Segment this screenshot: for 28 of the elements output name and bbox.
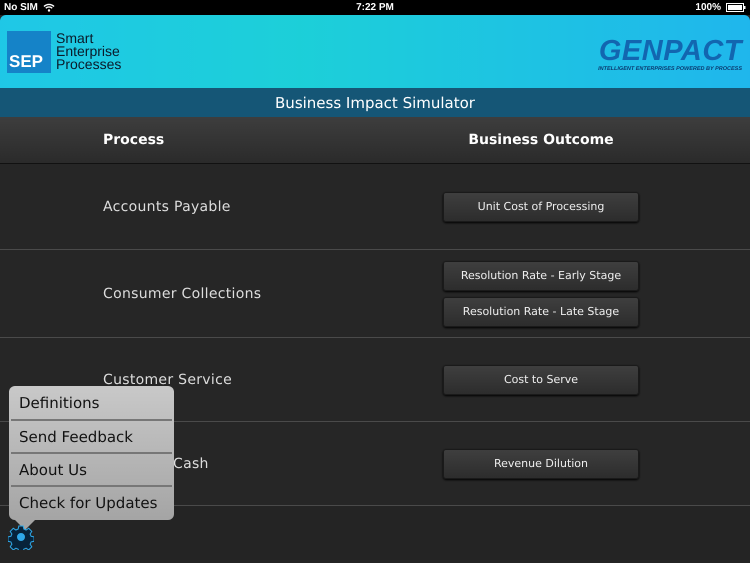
battery-icon [726,3,746,12]
menu-item[interactable]: About Us [11,452,172,485]
process-label: Customer Service [103,372,232,388]
logo-text: Enterprise [56,44,121,58]
column-header: Process [103,132,164,148]
process-label: Cash [173,456,209,472]
process-label: Consumer Collections [103,286,262,302]
battery-label: 100% [695,2,721,13]
outcome-button[interactable]: Cost to Serve [443,364,639,394]
brand-logo-text: GENPACT [598,36,742,66]
settings-icon[interactable] [8,524,34,550]
outcome-button[interactable]: Unit Cost of Processing [443,192,639,222]
logo-badge: SEP [7,30,51,72]
logo-text: Processes [56,58,122,70]
outcome-button[interactable]: Revenue Dilution [443,448,639,478]
outcome-button[interactable]: Resolution Rate - Early Stage [443,260,639,290]
popover-arrow-icon [15,520,35,530]
menu-item[interactable]: Check for Updates [11,485,172,518]
column-header: Business Outcome [467,132,615,148]
screen-title: Business Impact Simulator [275,94,475,112]
wifi-icon [42,3,55,12]
clock-label: 7:22 PM [356,2,394,13]
process-label: Accounts Payable [103,198,231,214]
outcome-button[interactable]: Resolution Rate - Late Stage [443,296,639,326]
carrier-label: No SIM [4,2,38,13]
menu-item[interactable]: Send Feedback [11,419,172,452]
logo-text: Smart [56,32,94,44]
menu-item[interactable]: Definitions [11,386,172,419]
